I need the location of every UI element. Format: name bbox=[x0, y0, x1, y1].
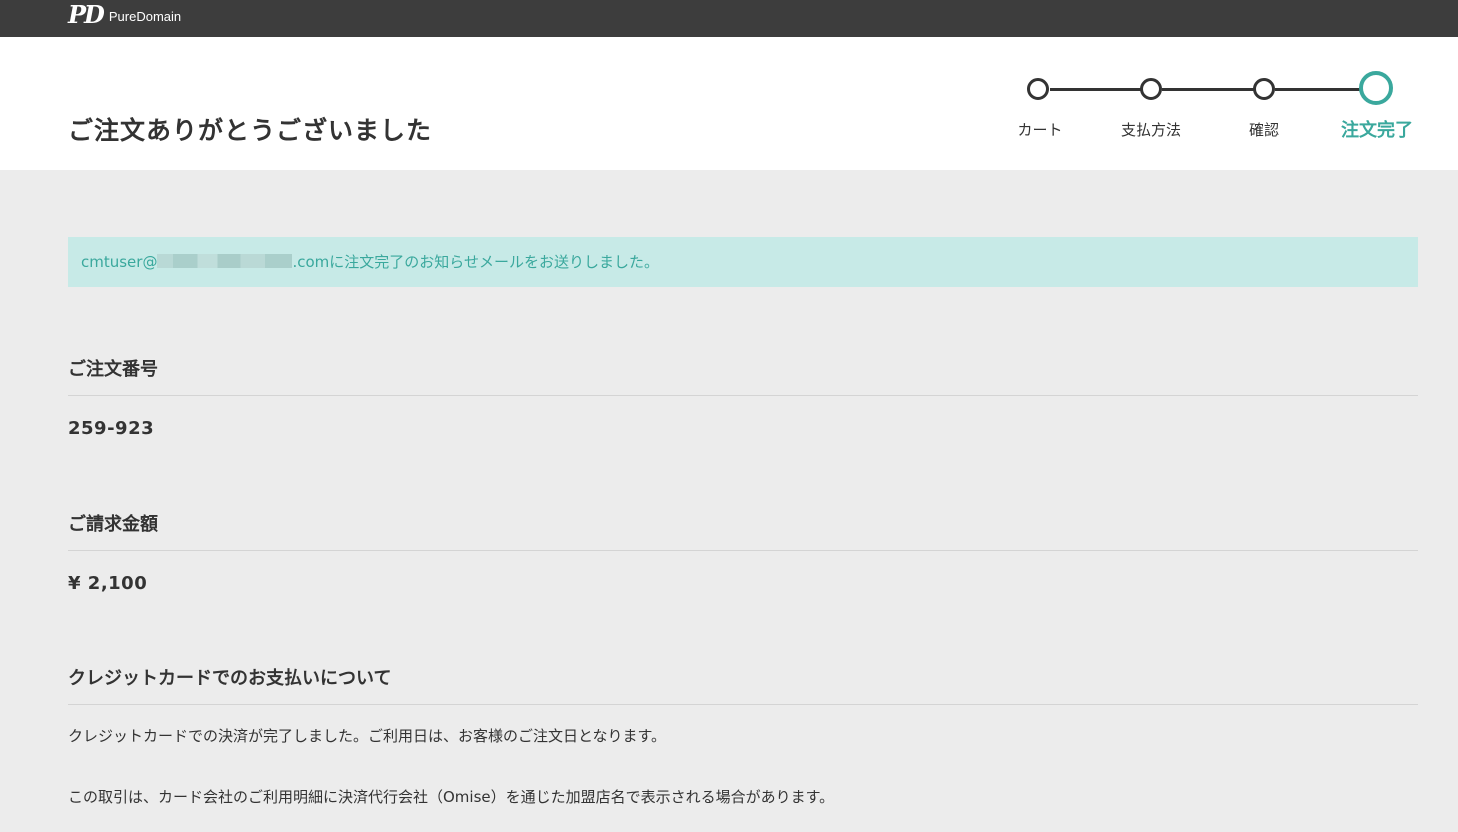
step-cart-dot bbox=[1027, 78, 1049, 100]
notice-email-prefix: cmtuser@ bbox=[81, 253, 158, 271]
order-progress-stepper: カート 支払方法 確認 注文完了 bbox=[0, 37, 1458, 170]
step-payment-method-label: 支払方法 bbox=[1120, 121, 1181, 139]
payment-info-line1: クレジットカードでの決済が完了しました。ご利用日は、お客様のご注文日となります。 bbox=[68, 727, 667, 745]
amount-label: ご請求金額 bbox=[68, 510, 1418, 551]
step-payment-method-dot bbox=[1140, 78, 1162, 100]
step-confirm-dot bbox=[1253, 78, 1275, 100]
masked-email-domain bbox=[157, 254, 293, 268]
amount-value: ¥ 2,100 bbox=[68, 573, 148, 594]
step-connector bbox=[1275, 88, 1362, 91]
notice-message: に注文完了のお知らせメールをお送りしました。 bbox=[329, 253, 659, 271]
top-bar: PD PureDomain bbox=[0, 0, 1458, 37]
page-header: ご注文ありがとうございました カート 支払方法 確認 注文完了 bbox=[0, 37, 1458, 170]
order-number-label: ご注文番号 bbox=[68, 355, 1418, 396]
payment-info-label: クレジットカードでのお支払いについて bbox=[68, 664, 1418, 705]
brand-logo[interactable]: PD PureDomain bbox=[68, 2, 181, 28]
payment-info-section: クレジットカードでのお支払いについて クレジットカードでの決済が完了しました。ご… bbox=[68, 664, 1418, 807]
order-number-section: ご注文番号 259-923 bbox=[68, 355, 1418, 439]
brand-name: PureDomain bbox=[108, 8, 182, 24]
step-confirm-label: 確認 bbox=[1248, 121, 1279, 139]
order-number-value: 259-923 bbox=[68, 418, 155, 439]
logo-mark: PD bbox=[68, 0, 105, 29]
step-connector bbox=[1162, 88, 1254, 91]
step-cart-label: カート bbox=[1017, 121, 1063, 139]
email-sent-notice: cmtuser@ .comに注文完了のお知らせメールをお送りしました。 bbox=[68, 237, 1418, 287]
payment-info-line2: この取引は、カード会社のご利用明細に決済代行会社（Omise）を通じた加盟店名で… bbox=[68, 788, 835, 806]
step-connector bbox=[1050, 88, 1142, 91]
step-complete-dot bbox=[1359, 71, 1393, 105]
amount-section: ご請求金額 ¥ 2,100 bbox=[68, 510, 1418, 594]
notice-email-suffix: .com bbox=[292, 253, 330, 271]
step-complete-label: 注文完了 bbox=[1341, 120, 1413, 141]
